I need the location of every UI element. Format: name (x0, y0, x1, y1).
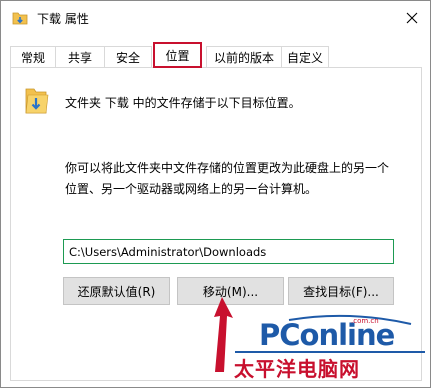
description-line: 你可以将此文件夹中文件存储的位置更改为此硬盘上的另一个 (65, 161, 390, 175)
location-info-text: 文件夹 下载 中的文件存储于以下目标位置。 (65, 96, 301, 110)
pconline-domain: .com.cn (351, 317, 379, 325)
description-line: 位置、另一个驱动器或网络上的另一台计算机。 (65, 182, 318, 196)
tab-label: 位置 (165, 48, 190, 63)
tab-label: 自定义 (286, 51, 323, 65)
tab-bar: 常规 共享 安全 位置 以前的版本 自定义 (10, 42, 422, 68)
folder-download-icon (12, 12, 28, 25)
folder-path-input[interactable] (63, 239, 394, 264)
title-bar: 下载 属性 (1, 1, 430, 35)
tab-label: 以前的版本 (213, 51, 274, 65)
window-title: 下载 属性 (37, 12, 89, 26)
close-icon (406, 12, 418, 24)
close-button[interactable] (395, 3, 429, 33)
tab-customize[interactable]: 自定义 (281, 46, 329, 68)
tab-sharing[interactable]: 共享 (55, 46, 105, 68)
pconline-cn-name: 太平洋电脑网 (234, 357, 360, 381)
tab-label: 安全 (115, 51, 140, 65)
tab-label: 常规 (20, 51, 45, 65)
pconline-watermark: PConline .com.cn 太平洋电脑网 (229, 314, 429, 388)
tab-label: 共享 (67, 51, 92, 65)
properties-window: 下载 属性 常规 共享 安全 位置 以前的版本 自定义 文件夹 下载 中的文件存… (0, 0, 431, 388)
tab-general[interactable]: 常规 (10, 46, 56, 68)
restore-default-button[interactable]: 还原默认值(R) (63, 277, 170, 305)
tab-location[interactable]: 位置 (153, 42, 202, 68)
tab-previous-versions[interactable]: 以前的版本 (206, 46, 282, 68)
folder-download-icon (25, 88, 49, 114)
location-description: 你可以将此文件夹中文件存储的位置更改为此硬盘上的另一个 位置、另一个驱动器或网络… (65, 158, 405, 200)
find-target-button[interactable]: 查找目标(F)... (288, 277, 394, 305)
tab-security[interactable]: 安全 (104, 46, 152, 68)
